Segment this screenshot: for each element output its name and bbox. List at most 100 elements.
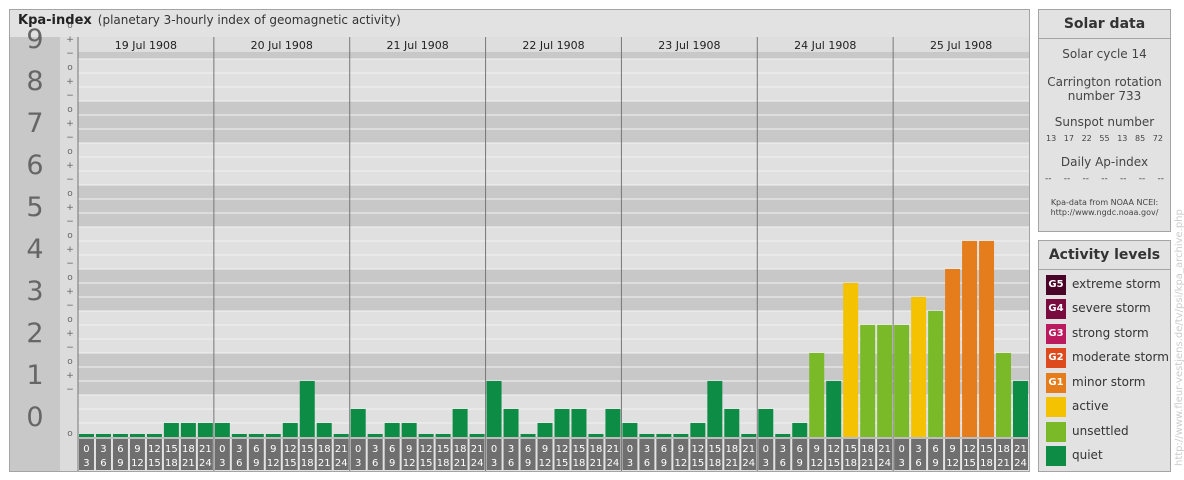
kp-bar	[843, 282, 859, 437]
hour-label-end: 9	[661, 458, 667, 469]
kp-bar	[299, 381, 315, 437]
day-label: 21 Jul 1908	[387, 39, 449, 52]
sunspot-value: 13	[1046, 134, 1057, 143]
hour-label-start: 15	[301, 444, 314, 455]
level-band	[78, 227, 1029, 269]
ap-title: Daily Ap-index	[1060, 155, 1149, 169]
hour-label-end: 3	[83, 458, 89, 469]
minor-tick-label: −	[66, 259, 74, 269]
hour-label-start: 3	[780, 444, 786, 455]
kp-bar	[962, 240, 978, 437]
hour-label-start: 15	[844, 444, 857, 455]
level-label: extreme storm	[1072, 277, 1161, 291]
hour-label-end: 21	[725, 458, 738, 469]
hour-label-start: 18	[182, 444, 195, 455]
kpa-chart: 0123456789oo+−o+−o+−o+−o+−o+−o+−o+−o+−19…	[10, 21, 1029, 471]
hour-label-end: 15	[963, 458, 976, 469]
hour-label-start: 0	[355, 444, 361, 455]
hour-label-start: 21	[607, 444, 620, 455]
hour-label-start: 9	[406, 444, 412, 455]
minor-tick-label: o	[67, 273, 73, 283]
kp-bar	[367, 434, 383, 437]
y-tick-label: 4	[26, 234, 43, 265]
hour-label-end: 21	[318, 458, 331, 469]
hour-label-end: 9	[253, 458, 259, 469]
level-band	[78, 185, 1029, 227]
hour-label-end: 12	[810, 458, 823, 469]
level-swatch: G1	[1046, 373, 1066, 393]
hour-label-start: 18	[318, 444, 331, 455]
carrington-line2: number 733	[1067, 89, 1142, 103]
hour-label-end: 12	[267, 458, 280, 469]
kp-bar	[911, 297, 927, 437]
hour-label-start: 6	[797, 444, 803, 455]
level-swatch: G2	[1046, 348, 1066, 368]
kp-bar	[520, 434, 536, 437]
ap-value: --	[1101, 174, 1108, 184]
y-tick-label: 8	[26, 66, 43, 97]
level-label: moderate storm	[1072, 350, 1169, 364]
sunspot-value: 55	[1099, 134, 1110, 143]
hour-label-end: 15	[827, 458, 840, 469]
hour-label-end: 18	[301, 458, 314, 469]
minor-tick-label: −	[66, 133, 74, 143]
sunspot-value: 17	[1063, 134, 1074, 143]
hour-label-start: 12	[963, 444, 976, 455]
kp-bar	[248, 434, 264, 437]
kp-bar	[605, 408, 621, 437]
level-swatch: G3	[1046, 324, 1066, 344]
hour-label-end: 15	[284, 458, 297, 469]
hour-label-start: 0	[219, 444, 225, 455]
hour-label-start: 9	[542, 444, 548, 455]
hour-label-start: 18	[861, 444, 874, 455]
hour-label-start: 18	[725, 444, 738, 455]
hour-label-end: 9	[117, 458, 123, 469]
level-label: minor storm	[1072, 375, 1146, 389]
day-label: 23 Jul 1908	[658, 39, 720, 52]
hour-label-end: 18	[573, 458, 586, 469]
minor-tick-label: o	[67, 315, 73, 325]
hour-label-start: 18	[997, 444, 1010, 455]
kp-bar	[571, 408, 587, 437]
kp-bar	[707, 381, 723, 437]
kp-bar	[860, 324, 876, 437]
hour-label-start: 0	[627, 444, 633, 455]
hour-label-start: 0	[491, 444, 497, 455]
hour-label-start: 21	[199, 444, 212, 455]
hour-label-start: 9	[678, 444, 684, 455]
kp-bar	[180, 423, 196, 437]
hour-label-end: 21	[454, 458, 467, 469]
hour-label-end: 9	[797, 458, 803, 469]
minor-tick-label: −	[66, 343, 74, 353]
minor-tick-label: o	[67, 357, 73, 367]
hour-label-start: 0	[763, 444, 769, 455]
kp-bar	[724, 408, 740, 437]
source-link[interactable]: http://www.ngdc.noaa.gov/	[1039, 208, 1170, 218]
hour-label-end: 12	[539, 458, 552, 469]
kp-bar	[214, 423, 230, 437]
hour-label-start: 9	[134, 444, 140, 455]
solar-data-heading: Solar data	[1039, 10, 1170, 39]
kp-bar	[231, 434, 247, 437]
level-swatch: G5	[1046, 275, 1066, 295]
hour-label-start: 15	[165, 444, 178, 455]
hour-label-end: 12	[946, 458, 959, 469]
level-label: strong storm	[1072, 326, 1149, 340]
level-band	[78, 59, 1029, 101]
kp-bar	[588, 434, 604, 437]
hour-label-start: 9	[270, 444, 276, 455]
chart-title-main: Kpa-index	[18, 13, 92, 28]
hour-label-end: 6	[780, 458, 786, 469]
kp-bar	[809, 353, 825, 437]
y-tick-label: 1	[26, 360, 43, 391]
hour-label-end: 9	[525, 458, 531, 469]
kp-bar	[163, 423, 179, 437]
minor-tick-label: −	[66, 301, 74, 311]
hour-label-start: 21	[471, 444, 484, 455]
hour-label-start: 6	[117, 444, 123, 455]
hour-label-start: 15	[708, 444, 721, 455]
hour-label-end: 3	[763, 458, 769, 469]
minor-tick-label: −	[66, 217, 74, 227]
minor-tick-label: o	[67, 189, 73, 199]
level-label: unsettled	[1072, 424, 1129, 438]
